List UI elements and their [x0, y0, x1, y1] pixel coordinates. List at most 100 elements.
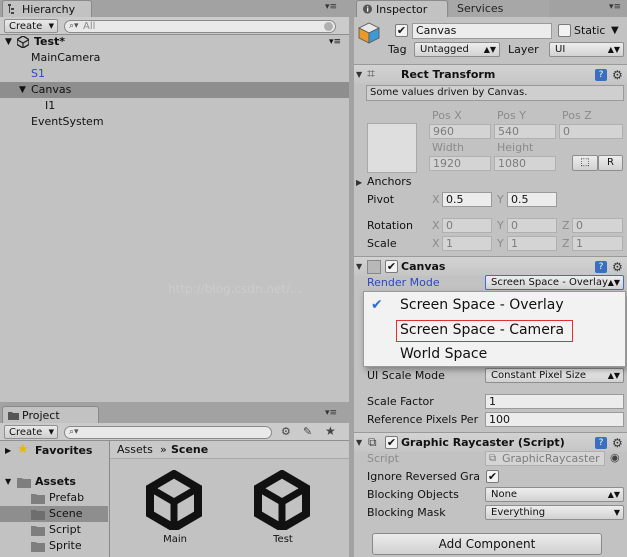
favorites-row[interactable]: ▶ ★ Favorites [0, 442, 108, 459]
help-book-icon[interactable]: ? [595, 261, 607, 273]
object-picker-icon[interactable]: ◉ [610, 451, 620, 464]
posx-value: 960 [433, 125, 454, 138]
tag-dropdown[interactable]: Untagged ▲▼ [414, 42, 500, 57]
hierarchy-item-eventsystem[interactable]: EventSystem [0, 114, 349, 130]
help-book-icon[interactable]: ? [595, 437, 607, 449]
ui-scale-mode-label: UI Scale Mode [367, 369, 445, 382]
rect-transform-header[interactable]: ▼ ⌗ Rect Transform ? ⚙ [354, 64, 627, 84]
foldout-open-icon[interactable]: ▼ [5, 34, 12, 50]
foldout-closed-icon[interactable]: ▶ [356, 178, 362, 187]
hierarchy-search-input[interactable]: ⌕▾ All [64, 20, 336, 33]
blocking-objects-dropdown[interactable]: None ▲▼ [485, 487, 624, 502]
tab-hierarchy[interactable]: Hierarchy [2, 0, 92, 17]
popup-option-overlay[interactable]: ✔ Screen Space - Overlay [364, 295, 625, 317]
graphic-raycaster-header[interactable]: ▼ ⧉ ✔ Graphic Raycaster (Script) ? ⚙ [354, 432, 627, 452]
foldout-open-icon[interactable]: ▼ [19, 82, 26, 98]
project-search-input[interactable]: ⌕▾ [64, 426, 272, 439]
hierarchy-item-s1[interactable]: S1 [0, 66, 349, 82]
object-name-field[interactable]: Canvas [412, 23, 552, 39]
posz-field[interactable]: 0 [559, 124, 623, 139]
raw-edit-button[interactable]: R [598, 155, 623, 171]
gear-icon[interactable]: ⚙ [612, 260, 623, 274]
height-field[interactable]: 1080 [494, 156, 556, 171]
script-field[interactable]: ⧉ GraphicRaycaster [485, 451, 605, 466]
width-label: Width [432, 141, 464, 154]
folder-row-scene[interactable]: Scene [0, 506, 108, 522]
blueprint-mode-button[interactable]: ⬚ [572, 155, 598, 171]
canvas-component-header[interactable]: ▼ ✔ Canvas ? ⚙ [354, 256, 627, 276]
pivot-x-field[interactable]: 0.5 [442, 192, 492, 207]
raycaster-enabled-checkbox[interactable]: ✔ [385, 436, 398, 449]
favorite-star-icon[interactable]: ★ [325, 424, 336, 438]
rotation-x-field[interactable]: 0 [442, 218, 492, 233]
posy-field[interactable]: 540 [494, 124, 556, 139]
anchors-label[interactable]: Anchors [367, 175, 412, 189]
scale-z-field[interactable]: 1 [572, 236, 623, 251]
canvas-enabled-checkbox[interactable]: ✔ [385, 260, 398, 273]
gear-icon[interactable]: ⚙ [612, 436, 623, 450]
rotation-z-field[interactable]: 0 [572, 218, 623, 233]
hierarchy-item-maincamera[interactable]: MainCamera [0, 50, 349, 66]
breadcrumb-assets[interactable]: Assets [117, 443, 153, 456]
project-create-button[interactable]: Create ▼ [4, 425, 58, 439]
object-active-checkbox[interactable]: ✔ [395, 24, 408, 37]
hierarchy-menu-icon[interactable]: ▾≡ [325, 2, 337, 12]
folder-row-prefab[interactable]: Prefab [0, 490, 108, 506]
foldout-open-icon[interactable]: ▼ [356, 262, 362, 271]
filter-type-icon[interactable]: ⚙ [281, 425, 291, 438]
hierarchy-create-button[interactable]: Create ▼ [4, 19, 58, 33]
popup-option-world[interactable]: World Space [364, 344, 625, 366]
blocking-mask-dropdown[interactable]: Everything ▼ [485, 505, 624, 520]
foldout-open-icon[interactable]: ▼ [5, 474, 11, 490]
project-menu-icon[interactable]: ▾≡ [325, 408, 337, 418]
hierarchy-item-label: MainCamera [31, 51, 101, 64]
canvas-component-icon [367, 260, 381, 274]
breadcrumb-scene[interactable]: Scene [171, 443, 208, 456]
object-name-value: Canvas [416, 24, 457, 37]
folder-row-sprite[interactable]: Sprite [0, 538, 108, 554]
width-field[interactable]: 1920 [429, 156, 491, 171]
foldout-closed-icon[interactable]: ▶ [5, 443, 11, 459]
tab-inspector[interactable]: Inspector [356, 0, 448, 17]
tab-services[interactable]: Services [449, 0, 549, 17]
filter-label-icon[interactable]: ✎ [303, 425, 312, 438]
ui-scale-mode-dropdown[interactable]: Constant Pixel Size ▲▼ [485, 368, 624, 383]
anchor-presets-box[interactable] [367, 123, 417, 173]
help-book-icon[interactable]: ? [595, 69, 607, 81]
hierarchy-item-canvas[interactable]: ▼ Canvas [0, 82, 349, 98]
gear-icon[interactable]: ⚙ [612, 68, 623, 82]
render-mode-dropdown[interactable]: Screen Space - Overlay ▲▼ [485, 275, 624, 290]
scene-row[interactable]: ▼ Test* ▾≡ [0, 34, 349, 50]
rotation-y-field[interactable]: 0 [507, 218, 557, 233]
assets-row[interactable]: ▼ Assets [0, 474, 108, 490]
popup-option-label: World Space [400, 346, 488, 362]
static-dropdown-arrow[interactable]: ▼ [609, 24, 623, 39]
add-component-button[interactable]: Add Component [372, 533, 602, 555]
folder-row-script[interactable]: Script [0, 522, 108, 538]
hierarchy-item-i1[interactable]: I1 [0, 98, 349, 114]
updown-arrow-icon: ▲▼ [607, 45, 620, 54]
popup-option-camera[interactable]: Screen Space - Camera [396, 320, 573, 342]
scale-y-field[interactable]: 1 [507, 236, 557, 251]
posx-field[interactable]: 960 [429, 124, 491, 139]
asset-item-test[interactable]: Test [248, 468, 318, 552]
foldout-open-icon[interactable]: ▼ [356, 438, 362, 447]
pivot-y-field[interactable]: 0.5 [507, 192, 557, 207]
tab-project[interactable]: Project [2, 406, 99, 423]
layer-label: Layer [508, 43, 539, 56]
inspector-menu-icon[interactable]: ▾≡ [609, 2, 621, 12]
layer-dropdown[interactable]: UI ▲▼ [549, 42, 624, 57]
folder-icon [31, 526, 45, 536]
posx-label: Pos X [432, 109, 462, 122]
ignore-reversed-checkbox[interactable]: ✔ [486, 470, 499, 483]
project-tree: ▶ ★ Favorites ▼ Assets Prefab Scene Scri… [0, 441, 108, 557]
scale-factor-field[interactable]: 1 [485, 394, 624, 409]
clear-search-icon[interactable] [324, 22, 333, 31]
asset-item-main[interactable]: Main [140, 468, 210, 552]
scene-menu-icon[interactable]: ▾≡ [329, 34, 341, 50]
scale-x-field[interactable]: 1 [442, 236, 492, 251]
static-checkbox[interactable] [558, 24, 571, 37]
foldout-open-icon[interactable]: ▼ [356, 70, 362, 79]
reference-pixels-field[interactable]: 100 [485, 412, 624, 427]
add-component-label: Add Component [438, 537, 536, 551]
